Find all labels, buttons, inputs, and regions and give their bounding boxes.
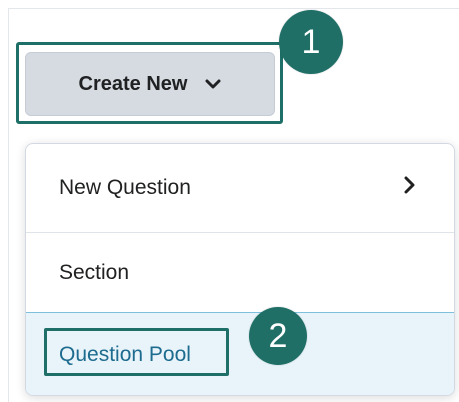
step-1-callout-badge: 1 (279, 10, 343, 74)
step-2-highlight-frame (44, 328, 229, 376)
menu-item-label: New Question (59, 176, 191, 199)
chevron-down-icon (205, 79, 221, 90)
menu-item-label: Section (59, 260, 130, 284)
create-new-label: Create New (78, 72, 188, 95)
page-border-top (8, 8, 459, 9)
page-border-left (8, 8, 9, 402)
menu-item-section[interactable]: Section (26, 232, 454, 312)
menu-item-new-question[interactable]: New Question (26, 144, 454, 232)
chevron-right-icon (404, 176, 416, 200)
step-2-callout-badge: 2 (249, 307, 307, 365)
create-new-button[interactable]: Create New (25, 52, 275, 116)
